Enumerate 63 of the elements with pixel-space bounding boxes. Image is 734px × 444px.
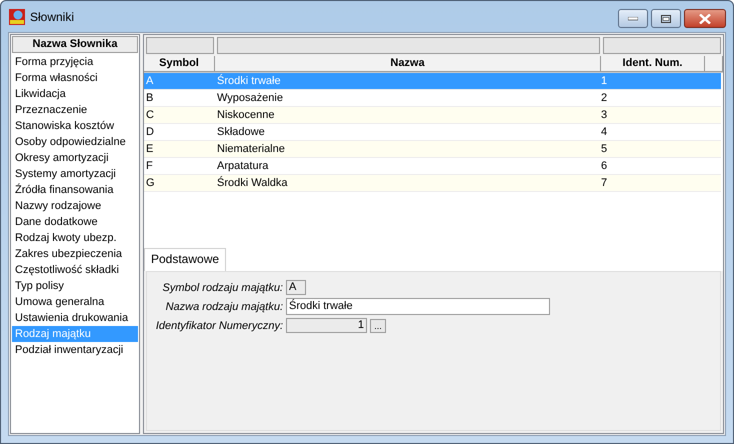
list-item[interactable]: Stanowiska kosztów	[12, 118, 138, 134]
table-row[interactable]: G Środki Waldka 7	[144, 175, 721, 192]
table-cell-text: Środki Waldka	[216, 175, 289, 191]
list-item[interactable]: Zakres ubezpieczenia	[12, 246, 138, 262]
close-button[interactable]	[684, 9, 726, 28]
list-item[interactable]: Rodzaj kwoty ubezp.	[12, 230, 138, 246]
table-cell-text: C	[145, 108, 155, 123]
list-item[interactable]: Okresy amortyzacji	[12, 150, 138, 166]
table-cell-text: Środki trwałe	[216, 73, 282, 89]
list-item[interactable]: Źródła finansowania	[12, 182, 138, 198]
table-cell-text: Niematerialne	[216, 142, 286, 157]
minimize-button[interactable]	[618, 9, 648, 28]
minimize-icon	[628, 16, 638, 20]
table-cell-text: D	[145, 125, 155, 140]
table-cell-text: 4	[600, 125, 608, 140]
filter-field[interactable]	[603, 37, 721, 54]
list-item[interactable]: Forma przyjęcia	[12, 54, 138, 70]
table-row[interactable]: C Niskocenne 3	[144, 107, 721, 124]
table-cell-text: G	[145, 176, 156, 191]
list-item[interactable]: Podział inwentaryzacji	[12, 342, 138, 358]
table-cell-text: F	[145, 159, 154, 174]
table-cell-text: Wyposażenie	[216, 91, 284, 106]
field-label: Identyfikator Numeryczny:	[154, 320, 283, 332]
table-cell-text: B	[145, 91, 154, 106]
table-row[interactable]: E Niematerialne 5	[144, 141, 721, 158]
column-header[interactable]: Symbol	[144, 56, 215, 72]
list-item[interactable]: Umowa generalna	[12, 294, 138, 310]
table-cell-text: Arpatatura	[216, 159, 270, 174]
table-cell-text: A	[145, 74, 154, 89]
table-cell-text: 3	[600, 108, 608, 123]
maximize-button[interactable]	[651, 9, 681, 28]
list-item[interactable]: Ustawienia drukowania	[12, 310, 138, 326]
field-label: Symbol rodzaju majątku:	[162, 282, 283, 294]
column-header[interactable]: Ident. Num.	[601, 56, 705, 72]
window-title: Słowniki	[30, 10, 74, 24]
table-cell-text: 7	[600, 176, 608, 191]
table-cell-text: Niskocenne	[216, 108, 276, 123]
table-cell-text: 5	[600, 142, 608, 157]
list-item[interactable]: Dane dodatkowe	[12, 214, 138, 230]
filter-field[interactable]	[146, 37, 214, 54]
list-item[interactable]: Likwidacja	[12, 86, 138, 102]
list-item[interactable]: Systemy amortyzacji	[12, 166, 138, 182]
list-item[interactable]: Forma własności	[12, 70, 138, 86]
table-cell-text: 2	[600, 91, 608, 106]
app-icon	[9, 8, 25, 24]
column-header[interactable]: Nazwa	[215, 56, 601, 72]
field-label: Nazwa rodzaju majątku:	[164, 300, 283, 312]
list-item[interactable]: Nazwy rodzajowe	[12, 198, 138, 214]
list-item[interactable]: Przeznaczenie	[12, 102, 138, 118]
list-item[interactable]: Częstotliwość składki	[12, 262, 138, 278]
list-item[interactable]: Typ polisy	[12, 278, 138, 294]
input-field[interactable]: Środki trwałe	[286, 298, 550, 315]
column-header[interactable]	[705, 56, 723, 72]
close-icon	[699, 14, 711, 24]
table-cell-text: Składowe	[216, 125, 266, 140]
table-cell-text: E	[145, 142, 154, 157]
list-item[interactable]: Osoby odpowiedzialne	[12, 134, 138, 150]
tab[interactable]: Podstawowe	[144, 248, 226, 271]
table-cell-text: 6	[600, 159, 608, 174]
column-header[interactable]: Nazwa Słownika	[12, 36, 138, 53]
table-cell-text: 1	[600, 74, 608, 89]
maximize-icon	[661, 14, 671, 22]
filter-field[interactable]	[217, 37, 600, 54]
